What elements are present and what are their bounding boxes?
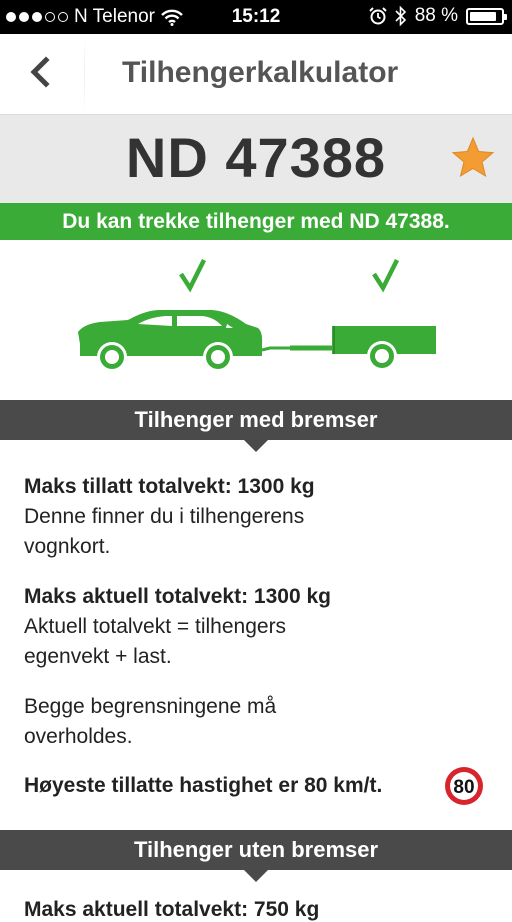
speed-limit-sign-value: 80 <box>453 777 474 798</box>
car-icon <box>78 310 263 372</box>
back-chevron-icon <box>30 56 50 88</box>
bluetooth-icon <box>395 6 406 26</box>
max-allowed-label: Maks tillatt totalvekt: 1300 kg <box>24 475 315 498</box>
section-header-unbraked: Tilhenger uten bremser <box>0 830 512 882</box>
max-actual-block: Maks aktuell totalvekt: 1300 kg Aktuell … <box>24 582 484 672</box>
star-icon[interactable] <box>450 135 496 181</box>
max-allowed-block: Maks tillatt totalvekt: 1300 kg Denne fi… <box>24 472 484 562</box>
checkmark-icon <box>372 258 400 293</box>
checkmark-icon <box>179 258 207 293</box>
plate-header: ND 47388 <box>0 115 512 203</box>
alarm-icon <box>368 7 387 25</box>
plate-number: ND 47388 <box>125 126 387 189</box>
speed-limit-sign-icon: 80 <box>445 767 483 805</box>
max-actual-desc: Aktuell totalvekt = tilhengers egenvekt … <box>24 615 287 668</box>
car-trailer-illustration <box>78 258 436 372</box>
max-allowed-desc: Denne finner du i tilhengerens vognkort. <box>24 505 305 558</box>
back-button[interactable] <box>20 50 64 94</box>
speed-limit-text: Høyeste tillatte hastighet er 80 km/t. <box>24 774 383 797</box>
unbraked-max-actual-label: Maks aktuell totalvekt: 750 kg <box>24 898 320 921</box>
both-limits-text: Begge begrensningene må overholdes. <box>24 695 277 748</box>
navigation-bar: Tilhengerkalkulator <box>0 34 512 115</box>
result-banner: Du kan trekke tilhenger med ND 47388. <box>0 203 512 240</box>
speed-limit-row: Høyeste tillatte hastighet er 80 km/t. 8… <box>24 766 488 806</box>
max-actual-label: Maks aktuell totalvekt: 1300 kg <box>24 585 331 608</box>
status-bar: N Telenor 15:12 88 % <box>0 0 512 34</box>
status-right: 88 % <box>368 5 507 27</box>
battery-icon <box>466 7 507 25</box>
battery-percent: 88 % <box>414 5 458 26</box>
section-header-braked: Tilhenger med bremser <box>0 400 512 452</box>
trailer-icon <box>261 326 436 371</box>
page-title: Tilhengerkalkulator <box>122 56 399 89</box>
